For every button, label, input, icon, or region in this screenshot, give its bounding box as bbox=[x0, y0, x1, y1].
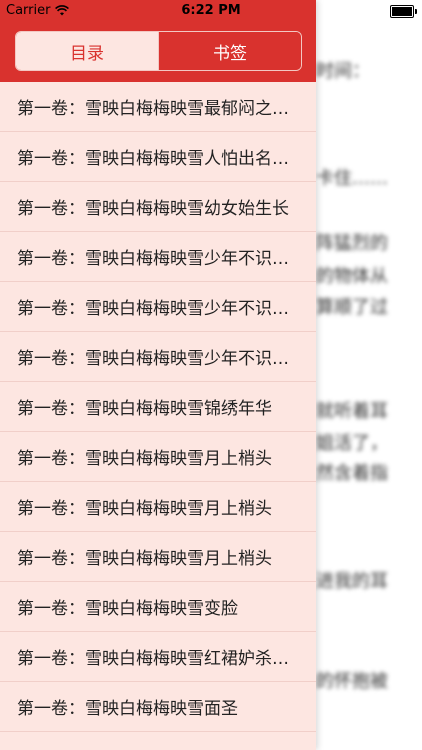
chapter-title: 第一卷：雪映白梅梅映雪月上梢头 bbox=[17, 449, 272, 469]
reader-text-line: 的怀抱被 bbox=[316, 671, 388, 692]
chapter-list: 第一卷：雪映白梅梅映雪最郁闷之穿越 第一卷：雪映白梅梅映雪人怕出名猪怕壮 第一卷：雪… bbox=[0, 82, 316, 732]
status-bar: Carrier 6:22 PM bbox=[0, 0, 422, 22]
chapter-drawer: 目录 书签 第一卷：雪映白梅梅映雪最郁闷之穿越 第一卷：雪映白梅梅映雪人怕出名猪怕… bbox=[0, 0, 316, 750]
tab-contents[interactable]: 目录 bbox=[16, 32, 158, 70]
chapter-title: 第一卷：雪映白梅梅映雪少年不识愁滋味 bbox=[17, 299, 296, 319]
reader-text-line: 算顺了过 bbox=[316, 297, 388, 318]
battery-fill bbox=[392, 7, 412, 16]
reader-text-line: 就听着耳 bbox=[316, 401, 388, 422]
status-time: 6:22 PM bbox=[181, 3, 241, 18]
reader-text-line: 时间： bbox=[316, 61, 370, 82]
chapter-item[interactable]: 第一卷：雪映白梅梅映雪变脸 bbox=[0, 582, 316, 632]
chapter-item[interactable]: 第一卷：雪映白梅梅映雪月上梢头 bbox=[0, 432, 316, 482]
reader-text-line: 卡住…… bbox=[316, 168, 388, 189]
chapter-title: 第一卷：雪映白梅梅映雪变脸 bbox=[17, 599, 238, 619]
chapter-title: 第一卷：雪映白梅梅映雪幼女始生长 bbox=[17, 199, 289, 219]
chapter-item[interactable]: 第一卷：雪映白梅梅映雪面圣 bbox=[0, 682, 316, 732]
chapter-item[interactable]: 第一卷：雪映白梅梅映雪少年不识愁滋味 bbox=[0, 232, 316, 282]
reader-text-line: 的物体从 bbox=[316, 266, 388, 287]
chapter-title: 第一卷：雪映白梅梅映雪少年不识愁滋味 bbox=[17, 249, 296, 269]
reader-content: 时间： 卡住…… 阵猛烈的的物体从算顺了过就听着耳姐活了， 然含着指进我的耳的怀抱被 bbox=[316, 22, 422, 750]
reader-text-line: 阵猛烈的 bbox=[316, 233, 388, 254]
chapter-title: 第一卷：雪映白梅梅映雪少年不识愁滋味 bbox=[17, 349, 296, 369]
chapter-item[interactable]: 第一卷：雪映白梅梅映雪月上梢头 bbox=[0, 482, 316, 532]
chapter-item[interactable]: 第一卷：雪映白梅梅映雪红裙妒杀石榴花 bbox=[0, 632, 316, 682]
chapter-item[interactable]: 第一卷：雪映白梅梅映雪最郁闷之穿越 bbox=[0, 82, 316, 132]
tab-bookmarks[interactable]: 书签 bbox=[158, 32, 301, 70]
segmented-control: 目录 书签 bbox=[15, 31, 302, 71]
reader-text-line: 进我的耳 bbox=[316, 571, 388, 592]
chapter-item[interactable]: 第一卷：雪映白梅梅映雪月上梢头 bbox=[0, 532, 316, 582]
chapter-title: 第一卷：雪映白梅梅映雪月上梢头 bbox=[17, 549, 272, 569]
chapter-title: 第一卷：雪映白梅梅映雪人怕出名猪怕壮 bbox=[17, 149, 296, 169]
chapter-item[interactable]: 第一卷：雪映白梅梅映雪锦绣年华 bbox=[0, 382, 316, 432]
reader-text-line: 姐活了， bbox=[316, 433, 388, 454]
chapter-item[interactable]: 第一卷：雪映白梅梅映雪少年不识愁滋味 bbox=[0, 282, 316, 332]
chapter-item[interactable]: 第一卷：雪映白梅梅映雪幼女始生长 bbox=[0, 182, 316, 232]
battery-icon bbox=[390, 5, 417, 18]
chapter-item[interactable]: 第一卷：雪映白梅梅映雪人怕出名猪怕壮 bbox=[0, 132, 316, 182]
chapter-item[interactable]: 第一卷：雪映白梅梅映雪少年不识愁滋味 bbox=[0, 332, 316, 382]
chapter-title: 第一卷：雪映白梅梅映雪面圣 bbox=[17, 699, 238, 719]
chapter-title: 第一卷：雪映白梅梅映雪红裙妒杀石榴花 bbox=[17, 649, 296, 669]
chapter-title: 第一卷：雪映白梅梅映雪最郁闷之穿越 bbox=[17, 99, 296, 119]
reader-text-line: 然含着指 bbox=[316, 463, 388, 484]
chapter-title: 第一卷：雪映白梅梅映雪锦绣年华 bbox=[17, 399, 272, 419]
chapter-title: 第一卷：雪映白梅梅映雪月上梢头 bbox=[17, 499, 272, 519]
